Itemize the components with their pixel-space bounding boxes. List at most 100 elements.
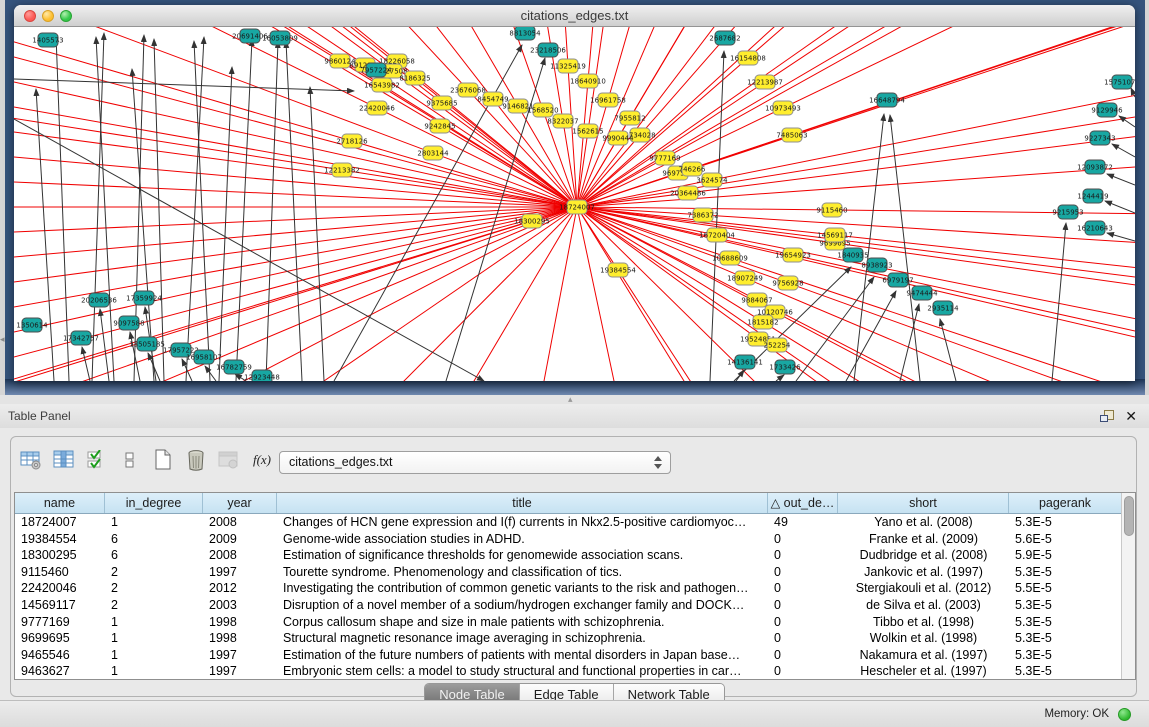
table-row[interactable]: 1830029562008Estimation of significance … <box>15 547 1121 564</box>
graph-node[interactable]: 16782759 <box>216 360 252 374</box>
graph-node[interactable]: 1405573 <box>32 33 63 47</box>
reference-edge[interactable] <box>186 37 204 381</box>
reference-edge[interactable] <box>266 41 278 381</box>
citation-edge[interactable] <box>577 27 1135 207</box>
graph-node[interactable]: 16154808 <box>730 51 766 65</box>
select-rows-icon[interactable] <box>85 448 109 472</box>
graph-node[interactable]: 9215953 <box>1052 205 1083 219</box>
reference-edge[interactable] <box>100 309 109 381</box>
column-header-out_degree[interactable]: △ out_de… <box>768 493 838 513</box>
pane-collapse-arrow[interactable]: ◂ <box>0 333 7 345</box>
citation-edge[interactable] <box>577 207 1135 369</box>
graph-node[interactable]: 14136141 <box>727 355 763 369</box>
reference-edge[interactable] <box>776 375 784 381</box>
zoom-window-button[interactable] <box>60 10 72 22</box>
reference-edge[interactable] <box>1107 233 1135 241</box>
table-row[interactable]: 1872400712008Changes of HCN gene express… <box>15 514 1121 531</box>
graph-node[interactable]: 16720404 <box>699 228 735 242</box>
graph-node[interactable]: 10973493 <box>765 101 801 115</box>
reference-edge[interactable] <box>82 347 90 381</box>
column-header-year[interactable]: year <box>203 493 277 513</box>
citation-edge[interactable] <box>577 207 1135 381</box>
float-panel-icon[interactable] <box>1099 409 1115 428</box>
citation-edge[interactable] <box>577 27 1135 207</box>
close-panel-icon[interactable]: ✕ <box>1125 406 1137 426</box>
graph-node[interactable]: 19384554 <box>600 263 636 277</box>
graph-node[interactable]: 18640910 <box>570 74 606 88</box>
graph-node[interactable]: 8813054 <box>509 27 541 40</box>
delete-table-icon[interactable] <box>184 448 208 472</box>
graph-node[interactable]: 746266 <box>679 162 706 176</box>
column-header-title[interactable]: title <box>277 493 768 513</box>
graph-node[interactable]: 2803144 <box>417 146 449 160</box>
citation-edge[interactable] <box>14 207 577 340</box>
citation-edge[interactable] <box>577 27 1135 207</box>
reference-edge[interactable] <box>14 79 354 91</box>
table-row[interactable]: 977716911998Corpus callosum shape and si… <box>15 614 1121 631</box>
citation-edge[interactable] <box>577 27 1135 207</box>
table-row[interactable]: 946362711997Embryonic stem cells: a mode… <box>15 663 1121 680</box>
graph-node[interactable]: 1562615 <box>572 124 603 138</box>
reference-edge[interactable] <box>194 41 210 381</box>
split-divider[interactable]: ▴ <box>0 395 1149 404</box>
reference-edge[interactable] <box>205 366 216 381</box>
reference-edge[interactable] <box>286 41 302 381</box>
graph-node[interactable]: 9097588 <box>113 316 144 330</box>
graph-node[interactable]: 23218506 <box>530 43 566 57</box>
table-vertical-scrollbar[interactable] <box>1121 493 1135 679</box>
graph-node[interactable]: 16543982 <box>364 78 400 92</box>
graph-node[interactable]: 9242845 <box>424 119 455 133</box>
citation-edge[interactable] <box>577 27 1135 207</box>
graph-node[interactable]: 12093872 <box>1077 160 1113 174</box>
reference-edge[interactable] <box>96 37 114 381</box>
citation-edge[interactable] <box>577 27 1135 207</box>
table-row[interactable]: 911546021997Tourette syndrome. Phenomeno… <box>15 564 1121 581</box>
citation-edge[interactable] <box>577 27 1135 207</box>
reference-edge[interactable] <box>154 39 164 381</box>
row-height-icon[interactable] <box>118 448 142 472</box>
graph-node[interactable]: 10688609 <box>712 251 748 265</box>
close-window-button[interactable] <box>24 10 36 22</box>
graph-node[interactable]: 9115460 <box>816 203 847 217</box>
graph-node[interactable]: 2935114 <box>927 301 959 315</box>
citation-edge[interactable] <box>577 27 1135 207</box>
citation-edge[interactable] <box>577 27 1135 207</box>
network-canvas[interactable]: 1872400798601248912954182260589827508165… <box>14 27 1135 381</box>
citation-edge[interactable] <box>577 27 1135 207</box>
reference-edge[interactable] <box>940 319 956 381</box>
column-header-name[interactable]: name <box>15 493 105 513</box>
show-columns-icon[interactable] <box>52 448 76 472</box>
graph-node[interactable]: 20206536 <box>81 293 117 307</box>
graph-node[interactable]: 17359924 <box>126 291 162 305</box>
graph-node[interactable]: 2687682 <box>709 31 740 45</box>
reference-edge[interactable] <box>1107 174 1135 185</box>
minimize-window-button[interactable] <box>42 10 54 22</box>
new-table-icon[interactable] <box>151 448 175 472</box>
graph-node[interactable]: 1244419 <box>1077 189 1108 203</box>
graph-node[interactable]: 15751074 <box>1104 75 1135 89</box>
citation-edge[interactable] <box>577 27 1135 207</box>
citation-edge[interactable] <box>577 27 1135 207</box>
table-row[interactable]: 946554611997Estimation of the future num… <box>15 647 1121 664</box>
column-header-pagerank[interactable]: pagerank <box>1009 493 1121 513</box>
graph-node[interactable]: 22420046 <box>359 101 395 115</box>
divider-handle-icon[interactable]: ▴ <box>568 395 573 404</box>
graph-node[interactable]: 11325419 <box>550 59 586 73</box>
table-row[interactable]: 2242004622012Investigating the contribut… <box>15 580 1121 597</box>
scrollbar-thumb[interactable] <box>1124 496 1134 536</box>
graph-node[interactable]: 9474444 <box>906 286 938 300</box>
citation-edge[interactable] <box>577 27 1135 207</box>
graph-node[interactable]: 12213987 <box>747 75 783 89</box>
table-mode-icon[interactable] <box>19 448 43 472</box>
graph-node[interactable]: 12213382 <box>324 163 360 177</box>
reference-edge[interactable] <box>236 39 252 381</box>
citation-edge[interactable] <box>577 27 1135 207</box>
graph-node[interactable]: 9129946 <box>1091 103 1123 117</box>
graph-node[interactable]: 9756928 <box>772 276 803 290</box>
table-row[interactable]: 1938455462009Genome-wide association stu… <box>15 531 1121 548</box>
function-builder-icon[interactable]: f(x) <box>250 448 274 472</box>
citation-edge[interactable] <box>577 27 1135 207</box>
column-header-in_degree[interactable]: in_degree <box>105 493 203 513</box>
table-row[interactable]: 1456911722003Disruption of a novel membe… <box>15 597 1121 614</box>
graph-node[interactable]: 16648794 <box>869 93 905 107</box>
